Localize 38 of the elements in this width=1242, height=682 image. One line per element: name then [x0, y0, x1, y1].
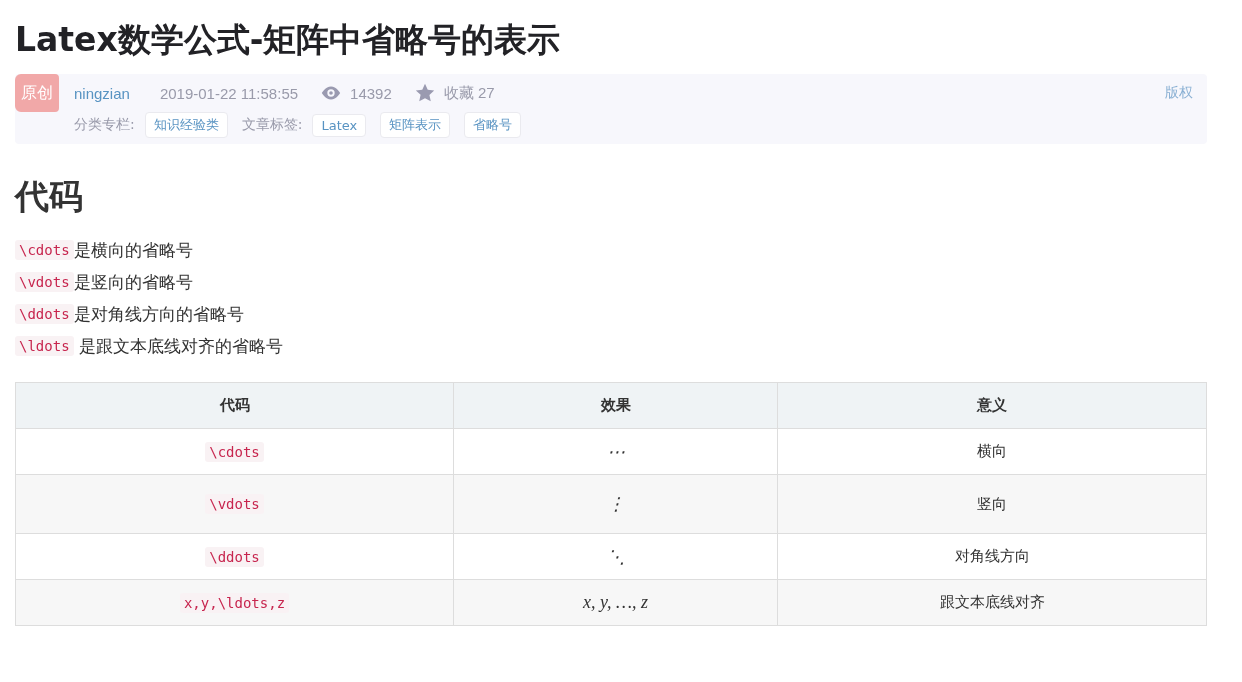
- description-text: 是对角线方向的省略号: [73, 302, 244, 326]
- table-cell: \vdots: [15, 474, 454, 534]
- view-count: 14392: [350, 84, 392, 102]
- table-cell: ⋯: [453, 428, 778, 475]
- table-cell: ⋱: [453, 533, 778, 580]
- inline-code: \vdots: [15, 272, 74, 292]
- column-header: 意义: [777, 382, 1207, 429]
- favorite-count[interactable]: 收藏 27: [443, 83, 495, 103]
- inline-code: \cdots: [15, 240, 74, 260]
- table-cell: 对角线方向: [777, 533, 1207, 580]
- section-heading: 代码: [15, 175, 84, 218]
- table-cell: 竖向: [777, 474, 1207, 534]
- column-header: 代码: [15, 382, 454, 429]
- description-text: 是跟文本底线对齐的省略号: [77, 334, 283, 358]
- category-tag[interactable]: 知识经验类: [144, 112, 228, 138]
- description-text: 是竖向的省略号: [73, 270, 193, 294]
- table-cell: \cdots: [15, 428, 454, 475]
- article-title: Latex数学公式-矩阵中省略号的表示: [15, 20, 562, 60]
- description-text: 是横向的省略号: [73, 238, 193, 262]
- inline-code: \ddots: [15, 304, 74, 324]
- article-tag[interactable]: Latex: [312, 113, 367, 137]
- table-cell: 跟文本底线对齐: [777, 579, 1207, 626]
- inline-code: \ldots: [15, 336, 74, 356]
- copyright-link[interactable]: 版权: [1165, 84, 1193, 102]
- table-cell: 横向: [777, 428, 1207, 475]
- table-cell: \ddots: [15, 533, 454, 580]
- original-badge: 原创: [15, 74, 59, 112]
- tags-label: 文章标签:: [241, 116, 303, 134]
- table-cell: x,y,\ldots,z: [15, 579, 454, 626]
- table-cell: x, y, …, z: [453, 579, 778, 626]
- article-tag[interactable]: 矩阵表示: [380, 112, 451, 138]
- column-header: 效果: [453, 382, 778, 429]
- star-icon[interactable]: [413, 82, 436, 104]
- category-label: 分类专栏:: [74, 116, 135, 134]
- publish-date: 2019-01-22 11:58:55: [159, 84, 299, 102]
- table-cell: ⋮: [453, 474, 778, 534]
- author-link[interactable]: ningzian: [74, 84, 130, 102]
- article-tag[interactable]: 省略号: [464, 112, 522, 138]
